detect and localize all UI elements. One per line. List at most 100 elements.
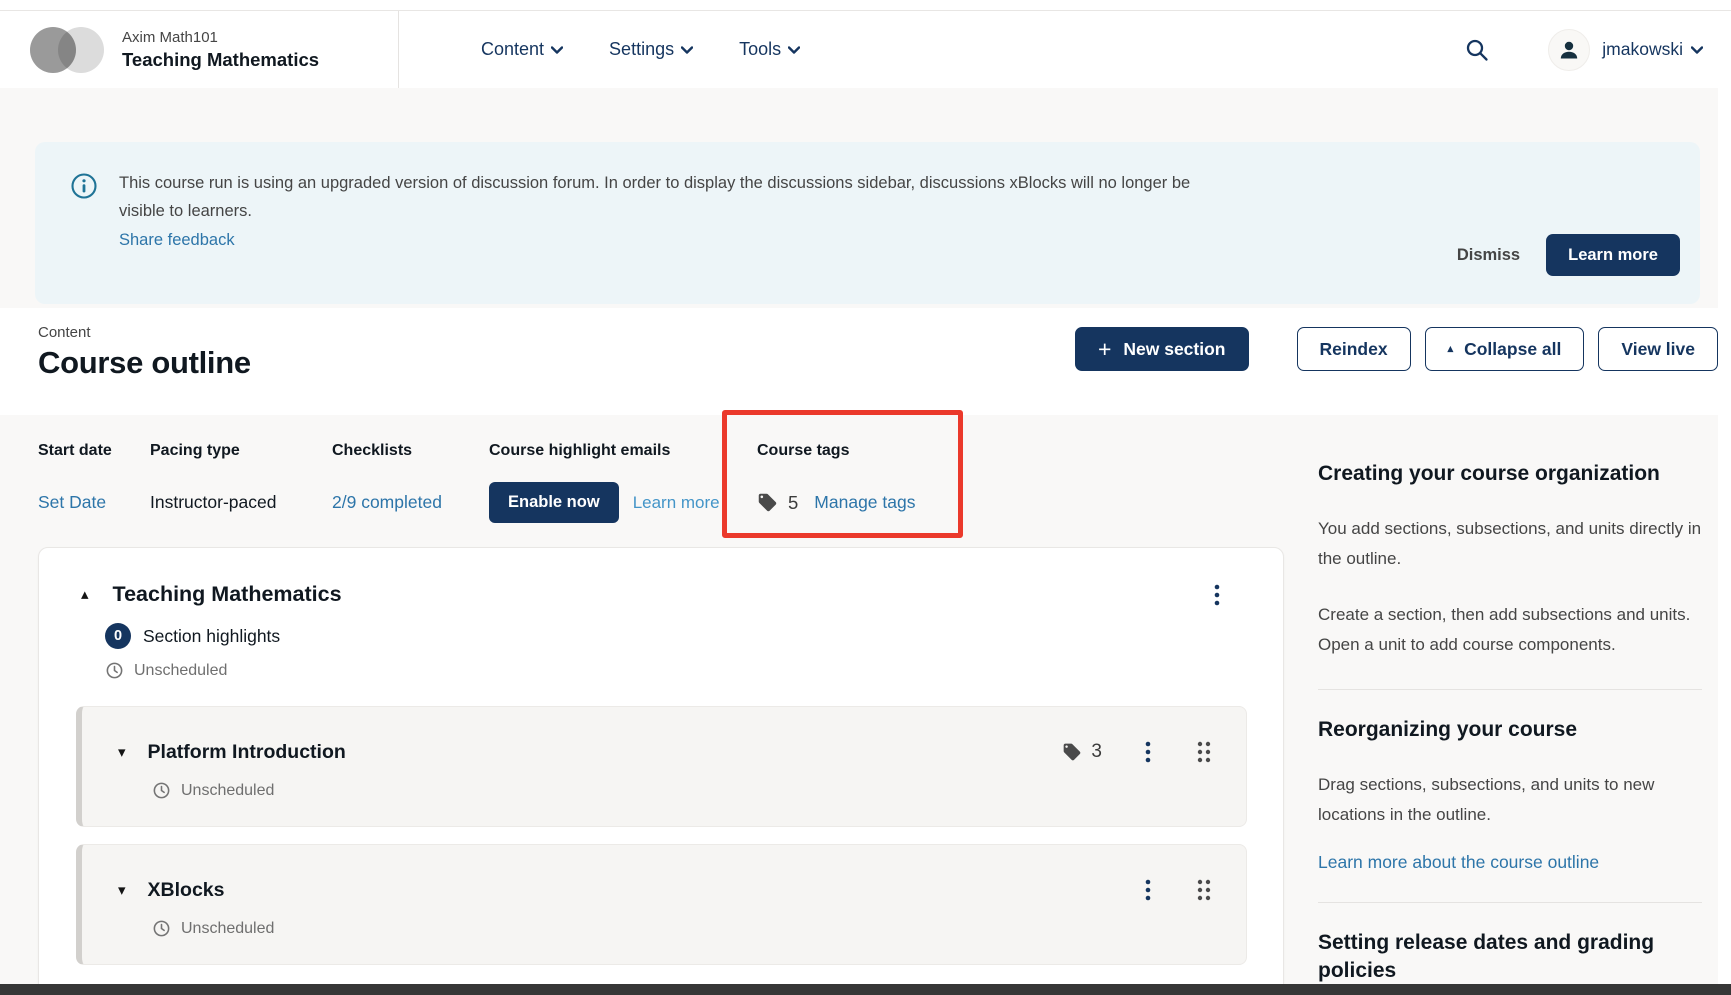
tag-icon: [1062, 742, 1082, 762]
alert-message: This course run is using an upgraded ver…: [119, 170, 1190, 280]
alert-band: This course run is using an upgraded ver…: [0, 88, 1731, 308]
section-schedule-text: Unscheduled: [134, 662, 227, 680]
manage-tags-link[interactable]: Manage tags: [814, 492, 915, 513]
nav-content-label: Content: [481, 39, 544, 60]
chevron-down-icon: [681, 46, 693, 54]
new-section-button[interactable]: + New section: [1075, 327, 1249, 371]
main-band: Start date Set Date Pacing type Instruct…: [0, 415, 1731, 995]
highlight-emails-learn-more-link[interactable]: Learn more: [633, 493, 720, 513]
course-outline-card: ▴ Teaching Mathematics 0 Section highlig…: [38, 547, 1284, 995]
dismiss-button[interactable]: Dismiss: [1457, 246, 1520, 265]
username[interactable]: jmakowski: [1602, 39, 1683, 60]
alert-actions: Dismiss Learn more: [1457, 234, 1680, 276]
plus-icon: +: [1098, 338, 1111, 361]
section-highlights-row[interactable]: 0 Section highlights: [105, 623, 1283, 649]
sidebar-divider: [1318, 902, 1702, 903]
clock-icon: [152, 781, 171, 800]
sidebar-divider: [1318, 689, 1702, 690]
nav-settings-label: Settings: [609, 39, 674, 60]
nav-tools-label: Tools: [739, 39, 781, 60]
page-header-titles: Content Course outline: [38, 308, 251, 415]
org-course-number: Axim Math101: [122, 29, 319, 46]
subsection-row: ▾ XBlocks: [118, 877, 1216, 903]
sidebar-heading: Setting release dates and grading polici…: [1318, 929, 1702, 985]
page-header-band: Content Course outline + New section Rei…: [0, 308, 1731, 415]
nav-content-dropdown[interactable]: Content: [481, 39, 563, 60]
pacing-type-label: Pacing type: [150, 442, 332, 460]
share-feedback-link[interactable]: Share feedback: [119, 227, 235, 255]
alert-learn-more-button[interactable]: Learn more: [1546, 234, 1680, 276]
main-nav: Content Settings Tools: [481, 39, 800, 60]
scrollbar-gutter[interactable]: [1718, 88, 1731, 984]
course-status-bar: Start date Set Date Pacing type Instruct…: [38, 442, 1284, 523]
start-date-label: Start date: [38, 442, 150, 460]
status-checklists: Checklists 2/9 completed: [332, 442, 489, 523]
sidebar-paragraph: Create a section, then add subsections a…: [1318, 600, 1702, 660]
reindex-button[interactable]: Reindex: [1297, 327, 1411, 371]
breadcrumb: Content: [38, 324, 251, 341]
subsection-schedule-text: Unscheduled: [181, 920, 274, 938]
reindex-label: Reindex: [1320, 339, 1388, 360]
subsection-title: Platform Introduction: [148, 741, 346, 764]
drag-handle-icon[interactable]: [1192, 739, 1216, 765]
enable-now-button[interactable]: Enable now: [489, 482, 619, 523]
status-highlight-emails: Course highlight emails Enable now Learn…: [489, 442, 757, 523]
collapse-all-label: Collapse all: [1464, 339, 1561, 360]
info-icon: [71, 173, 97, 199]
studio-course-outline-page: Axim Math101 Teaching Mathematics Conten…: [0, 0, 1731, 995]
page-title: Course outline: [38, 345, 251, 381]
section-title: Teaching Mathematics: [113, 582, 342, 607]
subsection-card: ▾ Platform Introduction 3: [76, 706, 1247, 827]
caret-down-icon[interactable]: ▾: [118, 883, 126, 898]
status-course-tags: Course tags 5 Manage tags: [757, 442, 915, 523]
sidebar-paragraph: You add sections, subsections, and units…: [1318, 514, 1702, 574]
drag-handle-icon[interactable]: [1192, 877, 1216, 903]
section-schedule-row: Unscheduled: [105, 661, 1283, 680]
clock-icon: [152, 919, 171, 938]
avatar[interactable]: [1548, 29, 1590, 71]
pacing-type-value: Instructor-paced: [150, 492, 276, 513]
subsection-row: ▾ Platform Introduction 3: [118, 739, 1216, 765]
chevron-down-icon: [551, 46, 563, 54]
checklists-completed-link[interactable]: 2/9 completed: [332, 492, 442, 513]
kebab-menu-icon[interactable]: [1138, 740, 1158, 764]
subsection-schedule-row: Unscheduled: [152, 781, 1216, 800]
outline-column: Start date Set Date Pacing type Instruct…: [38, 415, 1284, 995]
logo-circle-dark: [30, 27, 76, 73]
course-outline-learn-more-link[interactable]: Learn more about the course outline: [1318, 852, 1702, 873]
kebab-menu-icon[interactable]: [1138, 878, 1158, 902]
subsection-schedule-row: Unscheduled: [152, 919, 1216, 938]
caret-up-icon[interactable]: ▴: [81, 587, 89, 602]
kebab-menu-icon[interactable]: [1207, 583, 1227, 607]
checklists-label: Checklists: [332, 442, 489, 460]
nav-settings-dropdown[interactable]: Settings: [609, 39, 693, 60]
highlight-emails-label: Course highlight emails: [489, 442, 757, 460]
highlights-count-badge: 0: [105, 623, 131, 649]
chevron-down-icon: [788, 46, 800, 54]
new-section-label: New section: [1123, 339, 1225, 360]
course-identity: Axim Math101 Teaching Mathematics: [122, 29, 319, 71]
window-top-edge: [0, 0, 1731, 11]
subsection-schedule-text: Unscheduled: [181, 782, 274, 800]
caret-down-icon[interactable]: ▾: [118, 745, 126, 760]
sidebar-heading: Creating your course organization: [1318, 460, 1702, 488]
status-start-date: Start date Set Date: [38, 442, 150, 523]
sidebar-heading: Reorganizing your course: [1318, 716, 1702, 744]
view-live-label: View live: [1621, 339, 1695, 360]
subsection-actions: [1138, 877, 1216, 903]
search-icon[interactable]: [1464, 37, 1490, 63]
set-date-link[interactable]: Set Date: [38, 492, 106, 513]
discussion-upgrade-alert: This course run is using an upgraded ver…: [35, 142, 1700, 304]
brand-block[interactable]: Axim Math101 Teaching Mathematics: [30, 11, 399, 88]
course-tags-count: 5: [788, 492, 798, 514]
subsection-card: ▾ XBlocks Unscheduled: [76, 844, 1247, 965]
axim-logo: [30, 26, 108, 74]
status-pacing-type: Pacing type Instructor-paced: [150, 442, 332, 523]
chevron-down-icon[interactable]: [1691, 46, 1703, 54]
nav-tools-dropdown[interactable]: Tools: [739, 39, 800, 60]
caret-up-icon: ▴: [1448, 342, 1454, 355]
page-header-actions: + New section Reindex ▴ Collapse all Vie…: [1075, 308, 1718, 415]
collapse-all-button[interactable]: ▴ Collapse all: [1425, 327, 1585, 371]
view-live-button[interactable]: View live: [1598, 327, 1718, 371]
window-bottom-edge: [0, 984, 1731, 995]
